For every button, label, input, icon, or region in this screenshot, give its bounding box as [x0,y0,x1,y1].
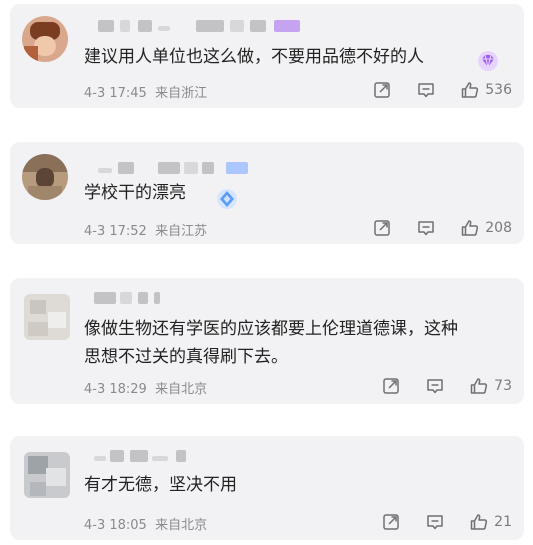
comment-icon[interactable] [416,80,436,100]
comment-actions: 73 [381,376,512,396]
comment-text-line-2: 思想不过关的真得刷下去。 [84,347,288,367]
comment-card: 像做生物还有学医的应该都要上伦理道德课，这种 思想不过关的真得刷下去。 4-3 … [10,278,524,404]
avatar[interactable] [24,294,70,340]
comment-location: 来自江苏 [155,224,208,239]
like-count: 73 [494,378,512,394]
like-count: 21 [494,514,512,530]
comment-time: 4-3 17:52 [84,224,147,239]
share-icon[interactable] [372,80,392,100]
comment-actions: 21 [381,512,512,532]
comment-location: 来自北京 [155,518,208,533]
like-icon[interactable] [460,80,480,100]
comment-location: 来自浙江 [155,86,208,101]
comment-meta: 4-3 17:45 来自浙江 [84,82,207,101]
like-icon[interactable] [460,218,480,238]
comment-text: 有才无德，坚决不用 [84,475,237,495]
comment-text: 建议用人单位也这么做，不要用品德不好的人 [84,47,424,67]
share-icon[interactable] [381,512,401,532]
comment-actions: 208 [372,218,512,238]
blue-gem-badge-icon [217,189,237,209]
like-icon[interactable] [469,376,489,396]
comment-icon[interactable] [425,376,445,396]
comment-meta: 4-3 17:52 来自江苏 [84,220,207,239]
share-icon[interactable] [372,218,392,238]
comment-time: 4-3 18:29 [84,382,147,397]
comment-location: 来自北京 [155,382,208,397]
comment-text-line-1: 像做生物还有学医的应该都要上伦理道德课，这种 [84,319,458,339]
avatar[interactable] [24,452,70,498]
share-icon[interactable] [381,376,401,396]
comment-text: 学校干的漂亮 [84,183,186,203]
comment-icon[interactable] [416,218,436,238]
comment-time: 4-3 17:45 [84,86,147,101]
like-count: 208 [485,220,512,236]
comment-card: 学校干的漂亮 4-3 17:52 来自江苏 208 [10,142,524,244]
comment-card: 有才无德，坚决不用 4-3 18:05 来自北京 21 [10,436,524,540]
comment-actions: 536 [372,80,512,100]
comment-card: 建议用人单位也这么做，不要用品德不好的人 4-3 17:45 来自浙江 536 [10,4,524,108]
purple-gem-badge-icon [478,51,498,71]
comment-icon[interactable] [425,512,445,532]
avatar[interactable] [22,16,68,62]
like-count: 536 [485,82,512,98]
avatar[interactable] [22,154,68,200]
comment-meta: 4-3 18:29 来自北京 [84,378,207,397]
comment-time: 4-3 18:05 [84,518,147,533]
like-icon[interactable] [469,512,489,532]
comment-meta: 4-3 18:05 来自北京 [84,514,207,533]
